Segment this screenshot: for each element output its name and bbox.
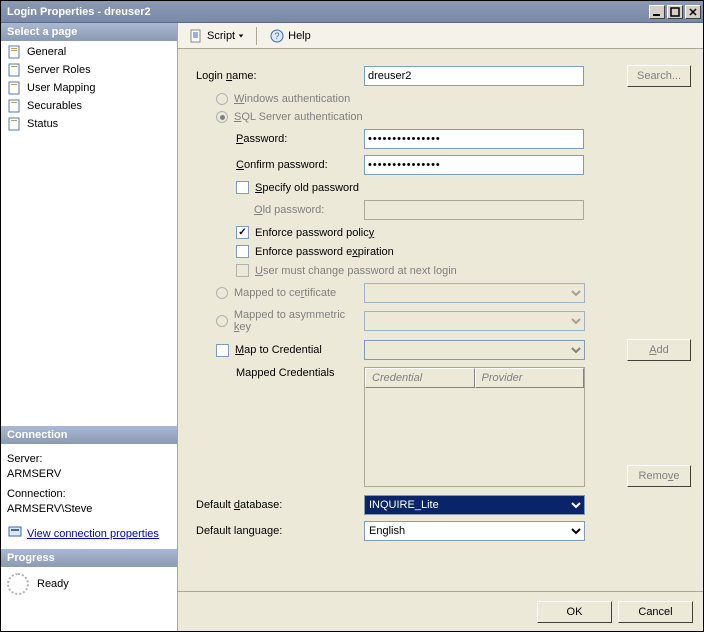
server-label: Server: <box>7 452 171 467</box>
map-to-credential-label: Map to Credential <box>235 344 322 356</box>
confirm-password-label: Confirm password: <box>194 159 364 171</box>
toolbar: Script ? Help <box>178 23 703 49</box>
sidebar-fill <box>1 135 177 426</box>
cred-header-credential: Credential <box>365 368 475 388</box>
cred-header-provider: Provider <box>475 368 585 388</box>
connection-icon <box>7 524 23 545</box>
connection-block: Server: ARMSERV Connection: ARMSERV\Stev… <box>1 444 177 549</box>
login-name-label: Login name: <box>194 70 364 82</box>
remove-button[interactable]: Remove <box>627 465 691 487</box>
password-input[interactable] <box>364 129 584 149</box>
enforce-policy-checkbox[interactable]: ✓ <box>236 226 249 239</box>
main-area: Script ? Help Login name: Search... <box>178 23 703 631</box>
mapped-cert-radio <box>216 287 228 299</box>
script-label: Script <box>207 30 235 42</box>
progress-block: Ready <box>1 567 177 601</box>
windows-auth-radio <box>216 93 228 105</box>
sql-auth-label: SQL Server authentication <box>234 111 363 123</box>
enforce-policy-label: Enforce password policy <box>255 227 374 239</box>
page-icon <box>7 62 23 78</box>
view-connection-properties-link[interactable]: View connection properties <box>7 524 171 545</box>
sidebar-item-securables[interactable]: Securables <box>1 97 177 115</box>
specify-old-password-label: Specify old password <box>255 182 359 194</box>
toolbar-separator <box>256 27 257 45</box>
mapped-asym-select <box>364 311 585 331</box>
connection-value: ARMSERV\Steve <box>7 502 171 517</box>
close-button[interactable] <box>685 5 701 19</box>
sidebar-item-user-mapping[interactable]: User Mapping <box>1 79 177 97</box>
title-bar: Login Properties - dreuser2 <box>1 1 703 23</box>
default-database-label: Default database: <box>194 499 364 511</box>
sidebar-item-general[interactable]: General <box>1 43 177 61</box>
page-icon <box>7 116 23 132</box>
search-button[interactable]: Search... <box>627 65 691 87</box>
sql-auth-radio <box>216 111 228 123</box>
default-language-label: Default language: <box>194 525 364 537</box>
sidebar: Select a page General Server Roles User … <box>1 23 178 631</box>
dialog-button-bar: OK Cancel <box>178 591 703 631</box>
confirm-password-input[interactable] <box>364 155 584 175</box>
sidebar-item-server-roles[interactable]: Server Roles <box>1 61 177 79</box>
sidebar-item-label: General <box>27 46 66 58</box>
must-change-checkbox: ✓ <box>236 264 249 277</box>
add-button[interactable]: Add <box>627 339 691 361</box>
svg-text:?: ? <box>275 31 280 41</box>
form-area: Login name: Search... Windows authentica… <box>178 49 703 591</box>
sidebar-item-label: Status <box>27 118 58 130</box>
page-icon <box>7 44 23 60</box>
map-to-credential-select[interactable] <box>364 340 585 360</box>
maximize-button[interactable] <box>667 5 683 19</box>
server-value: ARMSERV <box>7 467 171 482</box>
mapped-cert-select <box>364 283 585 303</box>
sidebar-item-label: User Mapping <box>27 82 95 94</box>
progress-header: Progress <box>1 549 177 567</box>
enforce-expiration-checkbox[interactable]: ✓ <box>236 245 249 258</box>
old-password-label: Old password: <box>194 204 364 216</box>
mapped-asym-radio <box>216 315 228 327</box>
default-database-select[interactable]: INQUIRE_Lite <box>364 495 585 515</box>
login-name-input[interactable] <box>364 66 584 86</box>
enforce-expiration-label: Enforce password expiration <box>255 246 394 258</box>
help-button[interactable]: ? Help <box>265 26 315 46</box>
page-icon <box>7 98 23 114</box>
old-password-input <box>364 200 584 220</box>
connection-label: Connection: <box>7 487 171 502</box>
connection-header: Connection <box>1 426 177 444</box>
window-title: Login Properties - dreuser2 <box>7 6 647 18</box>
page-list: General Server Roles User Mapping Secura… <box>1 41 177 135</box>
help-icon: ? <box>269 28 285 44</box>
map-to-credential-checkbox[interactable]: ✓ <box>216 344 229 357</box>
mapped-credentials-label: Mapped Credentials <box>194 367 364 379</box>
password-label: Password: <box>194 133 364 145</box>
script-icon <box>188 28 204 44</box>
mapped-asym-label: Mapped to asymmetric key <box>234 309 364 333</box>
progress-spinner-icon <box>7 573 29 595</box>
script-button[interactable]: Script <box>184 26 248 46</box>
help-label: Help <box>288 30 311 42</box>
specify-old-password-checkbox[interactable]: ✓ <box>236 181 249 194</box>
mapped-cert-label: Mapped to certificate <box>234 287 336 299</box>
chevron-down-icon <box>238 33 244 39</box>
windows-auth-label: Windows authentication <box>234 93 350 105</box>
cancel-button[interactable]: Cancel <box>618 601 693 623</box>
default-language-select[interactable]: English <box>364 521 585 541</box>
spacer <box>1 601 177 631</box>
sidebar-item-label: Securables <box>27 100 82 112</box>
view-connection-properties-label: View connection properties <box>27 527 159 542</box>
must-change-label: User must change password at next login <box>255 265 457 277</box>
sidebar-item-status[interactable]: Status <box>1 115 177 133</box>
select-page-header: Select a page <box>1 23 177 41</box>
page-icon <box>7 80 23 96</box>
mapped-credentials-table: Credential Provider <box>364 367 585 487</box>
ok-button[interactable]: OK <box>537 601 612 623</box>
sidebar-item-label: Server Roles <box>27 64 91 76</box>
minimize-button[interactable] <box>649 5 665 19</box>
progress-status: Ready <box>37 578 69 590</box>
body-area: Select a page General Server Roles User … <box>1 23 703 631</box>
